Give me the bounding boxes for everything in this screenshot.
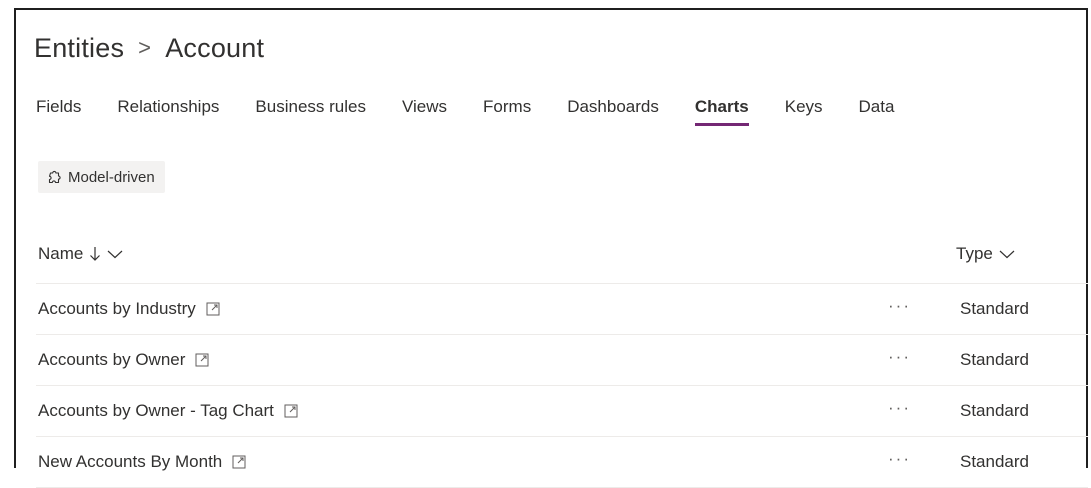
breadcrumb-separator: > [138,35,152,60]
open-external-icon[interactable] [284,404,298,418]
table-row[interactable]: New Accounts By Month ··· Standard [36,437,1088,488]
row-name-link[interactable]: New Accounts By Month [38,452,222,472]
tab-keys[interactable]: Keys [785,96,823,126]
row-name-cell: Accounts by Industry [38,299,220,319]
breadcrumb-entities-link[interactable]: Entities [34,33,124,64]
row-type-cell: Standard [960,452,1029,471]
tab-views[interactable]: Views [402,96,447,126]
column-name-label: Name [38,244,84,263]
tab-business-rules[interactable]: Business rules [255,96,366,126]
tab-forms[interactable]: Forms [483,96,531,126]
more-options-button[interactable]: ··· [888,347,911,367]
sort-down-arrow-icon [90,247,101,261]
more-options-button[interactable]: ··· [888,296,911,316]
more-options-button[interactable]: ··· [888,449,911,469]
tab-data[interactable]: Data [859,96,895,126]
tab-fields[interactable]: Fields [36,96,81,126]
open-external-icon[interactable] [232,455,246,469]
puzzle-icon [48,170,61,184]
chip-label: Model-driven [68,168,155,186]
model-driven-filter-chip[interactable]: Model-driven [38,161,165,193]
table-row[interactable]: Accounts by Owner ··· Standard [36,335,1088,386]
row-name-link[interactable]: Accounts by Owner [38,350,185,370]
row-name-link[interactable]: Accounts by Industry [38,299,196,319]
column-type-label: Type [956,244,993,263]
row-name-cell: Accounts by Owner - Tag Chart [38,401,298,421]
tab-charts[interactable]: Charts [694,96,749,126]
main-panel: Entities > Account Fields Relationships … [14,8,1088,488]
chevron-down-icon [999,250,1015,259]
entity-tabs: Fields Relationships Business rules View… [36,96,930,126]
open-external-icon[interactable] [195,353,209,367]
breadcrumb: Entities > Account [34,28,264,68]
row-type-cell: Standard [960,350,1029,369]
table-header: Name Type [36,232,1088,284]
tab-relationships[interactable]: Relationships [117,96,219,126]
table-row[interactable]: Accounts by Industry ··· Standard [36,284,1088,335]
column-header-type[interactable]: Type [956,244,1015,264]
tab-dashboards[interactable]: Dashboards [567,96,659,126]
open-external-icon[interactable] [206,302,220,316]
breadcrumb-current: Account [165,32,265,63]
more-options-button[interactable]: ··· [888,398,911,418]
row-type-cell: Standard [960,401,1029,420]
row-name-cell: New Accounts By Month [38,452,246,472]
chevron-down-icon [107,250,123,259]
row-name-cell: Accounts by Owner [38,350,209,370]
row-type-cell: Standard [960,299,1029,318]
row-name-link[interactable]: Accounts by Owner - Tag Chart [38,401,274,421]
table-row[interactable]: Accounts by Owner - Tag Chart ··· Standa… [36,386,1088,437]
column-header-name[interactable]: Name [38,244,123,264]
